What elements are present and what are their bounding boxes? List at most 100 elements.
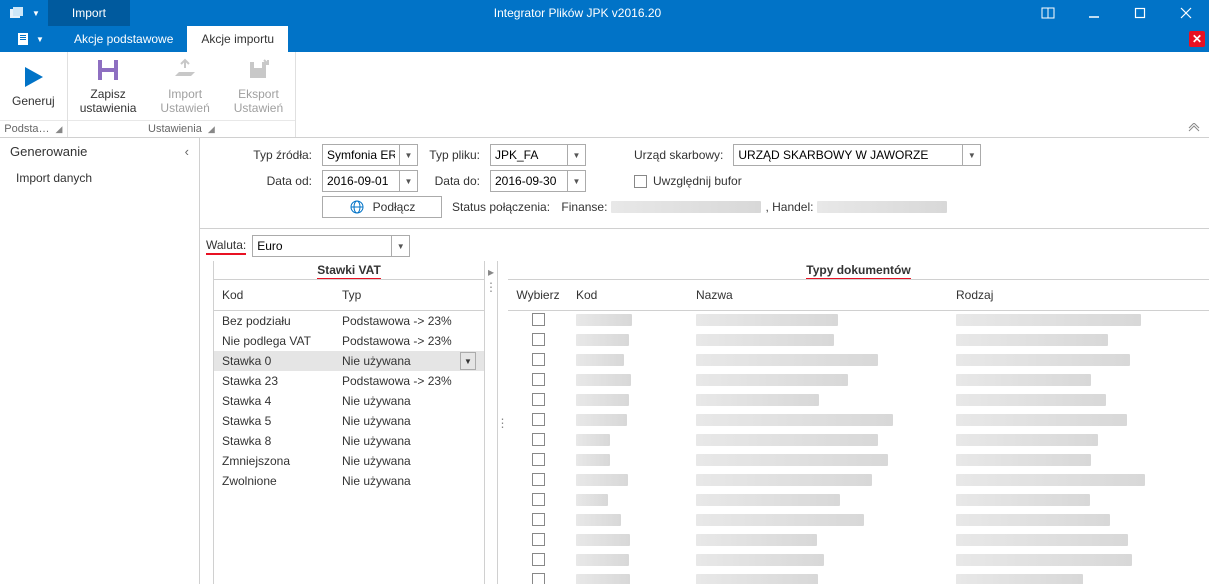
side-panel-title: Generowanie <box>10 144 87 159</box>
import-settings-button[interactable]: Import Ustawień <box>148 52 221 120</box>
row-checkbox[interactable] <box>532 473 545 486</box>
col-rodzaj[interactable]: Rodzaj <box>948 288 1209 302</box>
checkbox-icon <box>634 175 647 188</box>
col-typ[interactable]: Typ <box>334 288 484 302</box>
export-settings-button[interactable]: Eksport Ustawień <box>222 52 295 120</box>
document-types-grid: Typy dokumentów Wybierz Kod Nazwa Rodzaj <box>508 261 1209 584</box>
date-to-label: Data do: <box>428 174 480 188</box>
table-row[interactable]: Stawka 8Nie używana <box>214 431 484 451</box>
import-icon <box>171 56 199 84</box>
table-row[interactable] <box>508 371 1209 391</box>
close-panel-button[interactable]: ✕ <box>1189 31 1205 47</box>
row-checkbox[interactable] <box>532 373 545 386</box>
row-checkbox[interactable] <box>532 533 545 546</box>
col-nazwa[interactable]: Nazwa <box>688 288 948 302</box>
table-row[interactable] <box>508 491 1209 511</box>
generate-button[interactable]: Generuj <box>0 52 67 120</box>
table-row[interactable]: ZmniejszonaNie używana <box>214 451 484 471</box>
vat-rates-grid: Stawki VAT Kod Typ Bez podziałuPodstawow… <box>214 261 484 584</box>
row-checkbox[interactable] <box>532 453 545 466</box>
dialog-launcher-icon[interactable]: ◢ <box>56 124 63 135</box>
connection-status: Status połączenia: Finanse: , Handel: <box>452 200 947 214</box>
globe-icon <box>349 199 365 215</box>
row-checkbox[interactable] <box>532 573 545 584</box>
row-checkbox[interactable] <box>532 393 545 406</box>
date-to-input[interactable]: ▼ <box>490 170 586 192</box>
row-checkbox[interactable] <box>532 493 545 506</box>
sidebar-item-import-data[interactable]: Import danych <box>0 165 199 191</box>
cell-typ: Nie używana <box>334 434 484 448</box>
table-row[interactable] <box>508 571 1209 584</box>
cell-kod: Zwolnione <box>214 474 334 488</box>
row-checkbox[interactable] <box>532 313 545 326</box>
tab-import-actions[interactable]: Akcje importu <box>187 26 288 52</box>
table-row[interactable] <box>508 511 1209 531</box>
table-row[interactable]: Nie podlega VATPodstawowa -> 23% <box>214 331 484 351</box>
table-row[interactable]: Stawka 23Podstawowa -> 23% <box>214 371 484 391</box>
table-row[interactable]: Stawka 5Nie używana <box>214 411 484 431</box>
ribbon-display-options-button[interactable] <box>1025 0 1071 26</box>
source-type-select[interactable]: ▼ <box>322 144 418 166</box>
cell-kod: Stawka 0 <box>214 354 334 368</box>
dialog-launcher-icon[interactable]: ◢ <box>208 124 215 135</box>
date-from-label: Data od: <box>250 174 312 188</box>
page-icon <box>16 32 32 46</box>
table-row[interactable]: Stawka 4Nie używana <box>214 391 484 411</box>
table-row[interactable]: Bez podziałuPodstawowa -> 23% <box>214 311 484 331</box>
row-checkbox[interactable] <box>532 333 545 346</box>
group-settings-label: Ustawienia <box>148 123 202 135</box>
chevron-down-icon[interactable]: ▼ <box>460 352 476 370</box>
collapse-side-panel-icon[interactable]: ‹ <box>185 144 189 159</box>
cell-typ: Nie używana <box>334 454 484 468</box>
save-settings-button[interactable]: Zapisz ustawienia <box>68 52 149 120</box>
row-checkbox[interactable] <box>532 413 545 426</box>
row-checkbox[interactable] <box>532 353 545 366</box>
row-checkbox[interactable] <box>532 433 545 446</box>
tab-basic-actions[interactable]: Akcje podstawowe <box>60 26 187 52</box>
table-row[interactable]: ZwolnioneNie używana <box>214 471 484 491</box>
row-checkbox[interactable] <box>532 553 545 566</box>
minimize-button[interactable] <box>1071 0 1117 26</box>
context-tab-label: Import <box>48 0 130 26</box>
table-row[interactable] <box>508 411 1209 431</box>
tax-office-select[interactable]: ▼ <box>733 144 981 166</box>
file-type-select[interactable]: ▼ <box>490 144 586 166</box>
maximize-button[interactable] <box>1117 0 1163 26</box>
parameters-panel: Typ źródła: ▼ Typ pliku: ▼ Urząd skarbow… <box>200 138 1209 229</box>
table-row[interactable] <box>508 351 1209 371</box>
table-row[interactable] <box>508 431 1209 451</box>
export-settings-label: Eksport Ustawień <box>234 88 283 116</box>
left-gutter <box>200 261 214 584</box>
table-row[interactable] <box>508 331 1209 351</box>
chevron-down-icon: ▼ <box>400 170 418 192</box>
cell-typ: Nie używana <box>334 414 484 428</box>
table-row[interactable] <box>508 471 1209 491</box>
col-kod[interactable]: Kod <box>568 288 688 302</box>
connect-button[interactable]: Podłącz <box>322 196 442 218</box>
include-buffer-checkbox[interactable]: Uwzględnij bufor <box>634 174 742 188</box>
chevron-down-icon: ▼ <box>568 144 586 166</box>
table-row[interactable] <box>508 451 1209 471</box>
play-icon <box>19 63 47 91</box>
generate-label: Generuj <box>12 95 55 109</box>
row-checkbox[interactable] <box>532 513 545 526</box>
date-from-input[interactable]: ▼ <box>322 170 418 192</box>
currency-select[interactable]: ▼ <box>252 235 410 257</box>
collapse-ribbon-button[interactable] <box>1187 123 1201 133</box>
currency-label: Waluta: <box>206 238 246 255</box>
table-row[interactable] <box>508 531 1209 551</box>
col-wybierz[interactable]: Wybierz <box>508 288 568 302</box>
group-basic-label: Podsta… <box>4 123 49 135</box>
table-row[interactable] <box>508 551 1209 571</box>
file-menu-button[interactable]: ▼ <box>0 26 60 52</box>
qat-dropdown-icon[interactable]: ▼ <box>32 9 40 18</box>
close-button[interactable] <box>1163 0 1209 26</box>
splitter[interactable]: ⋮ <box>498 261 508 584</box>
table-row[interactable] <box>508 391 1209 411</box>
save-settings-label: Zapisz ustawienia <box>80 88 137 116</box>
table-row[interactable] <box>508 311 1209 331</box>
app-icon <box>8 5 24 21</box>
cell-kod: Stawka 23 <box>214 374 334 388</box>
table-row[interactable]: IStawka 0Nie używana▼ <box>214 351 484 371</box>
col-kod[interactable]: Kod <box>214 288 334 302</box>
